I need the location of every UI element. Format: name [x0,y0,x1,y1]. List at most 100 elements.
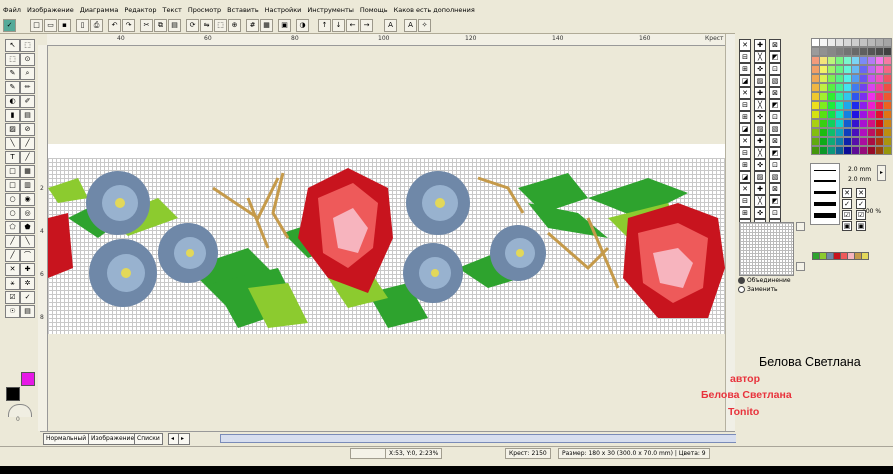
stitch-symbol-icon[interactable]: ⊠ [769,39,781,51]
color-palette[interactable] [811,38,892,160]
design-canvas[interactable] [48,46,725,431]
stitch-symbol-icon[interactable]: ✚ [754,183,766,195]
tool-icon-9[interactable]: ✐ [20,95,35,108]
stitch-option-icon[interactable]: ✕ [856,188,866,198]
tool-icon-39[interactable]: ▤ [20,305,35,318]
stitch-symbol-icon[interactable]: ⊟ [739,195,751,207]
palette-swatch[interactable] [883,56,892,65]
tool-icon-5[interactable]: ⌕ [20,67,35,80]
stitch-symbol-icon[interactable]: ◩ [769,195,781,207]
stitch-option-icon[interactable]: ✕ [842,188,852,198]
tool-icon-8[interactable]: ◐ [5,95,20,108]
stitch-symbol-icon[interactable]: ⊟ [739,99,751,111]
print-preview-icon[interactable]: ▯ [76,19,89,32]
menu-item-0[interactable]: Файл [0,5,24,16]
stitch-symbol-icon[interactable]: ◩ [769,147,781,159]
tool-icon-27[interactable]: ⬟ [20,221,35,234]
radio-replace[interactable]: Заменить [738,286,778,293]
print-icon[interactable]: ⎙ [90,19,103,32]
stitch-symbol-icon[interactable]: ✜ [754,63,766,75]
palette-swatch[interactable] [883,92,892,101]
tool-icon-1[interactable]: ⬚ [20,39,35,52]
tool-icon-19[interactable]: ▦ [20,165,35,178]
tab-normal[interactable]: Нормальный [43,433,90,445]
stitch-symbol-icon[interactable]: ▧ [769,123,781,135]
stitch-symbol-icon[interactable]: ✕ [739,87,751,99]
stitch-symbol-icon[interactable]: ⊟ [739,51,751,63]
tool-icon-28[interactable]: ╱ [5,235,20,248]
tool-icon-16[interactable]: T [5,151,20,164]
flip-icon[interactable]: ⇋ [200,19,213,32]
tool-icon-18[interactable]: □ [5,165,20,178]
stitch-symbol-icon[interactable]: ⊠ [769,87,781,99]
stitch-symbol-icon[interactable]: ▨ [754,171,766,183]
tool-icon-25[interactable]: ◎ [20,207,35,220]
tool-icon-14[interactable]: ╲ [5,137,20,150]
tool-icon-35[interactable]: ✲ [20,277,35,290]
tool-icon-7[interactable]: ✏ [20,81,35,94]
stitch-symbol-icon[interactable]: ⊟ [739,147,751,159]
stitch-symbol-icon[interactable]: ▨ [754,75,766,87]
stitch-symbol-icon[interactable]: ╳ [754,195,766,207]
tool-icon-31[interactable]: ⌒ [20,249,35,262]
tool-icon-15[interactable]: ╱ [20,137,35,150]
tool-icon-4[interactable]: ✎ [5,67,20,80]
palette-swatch[interactable] [883,83,892,92]
tool-icon-36[interactable]: ☑ [5,291,20,304]
undo-icon[interactable]: ↶ [108,19,121,32]
wand-icon[interactable]: ✧ [418,19,431,32]
tool-icon-13[interactable]: ⊘ [20,123,35,136]
stitch-option-icon[interactable]: ✓ [842,199,852,209]
stitch-symbol-icon[interactable]: ▨ [754,123,766,135]
stitch-symbol-icon[interactable]: ╳ [754,51,766,63]
arrow-right-icon[interactable]: → [360,19,373,32]
tool-icon-10[interactable]: ▮ [5,109,20,122]
tool-icon-23[interactable]: ◉ [20,193,35,206]
stitch-symbol-icon[interactable]: ⊞ [739,63,751,75]
preview-scroll-down-icon[interactable] [796,262,805,271]
palette-swatch[interactable] [883,38,892,47]
stitch-symbol-icon[interactable]: ⊠ [769,135,781,147]
text-a-icon[interactable]: A [384,19,397,32]
horizontal-scrollbar[interactable] [220,434,762,443]
stitch-symbol-icon[interactable]: ✚ [754,39,766,51]
stitch-symbol-icon[interactable]: ⊡ [769,159,781,171]
select-all-icon[interactable]: ⬚ [214,19,227,32]
tool-icon-32[interactable]: ✕ [5,263,20,276]
stitch-symbol-icon[interactable]: ⊡ [769,207,781,219]
text-a-bold-icon[interactable]: A [404,19,417,32]
menu-item-7[interactable]: Настройки [262,5,305,16]
arrow-up-icon[interactable]: ↑ [318,19,331,32]
stitch-symbol-icon[interactable]: ╳ [754,99,766,111]
stitch-symbol-icon[interactable]: ⊞ [739,159,751,171]
stitch-symbol-icon[interactable]: ⊞ [739,111,751,123]
menu-item-1[interactable]: Изображение [24,5,77,16]
menu-item-5[interactable]: Просмотр [185,5,224,16]
line-width-selector[interactable] [810,163,840,225]
palette-swatch[interactable] [883,74,892,83]
stitch-symbol-icon[interactable]: ✕ [739,39,751,51]
tool-icon-2[interactable]: ⬚ [5,53,20,66]
stitch-symbol-icon[interactable]: ✕ [739,183,751,195]
tool-icon-21[interactable]: ▥ [20,179,35,192]
stitch-symbol-icon[interactable]: ⊡ [769,63,781,75]
stitch-option-icon[interactable]: ✓ [856,199,866,209]
stitch-symbol-icon[interactable]: ◪ [739,123,751,135]
stitch-symbol-icon[interactable]: ✕ [739,135,751,147]
foreground-color-swatch[interactable] [21,372,35,386]
palette-swatch[interactable] [883,101,892,110]
image-icon[interactable]: ▣ [278,19,291,32]
background-color-swatch[interactable] [6,387,20,401]
menu-item-3[interactable]: Редактор [121,5,159,16]
copy-icon[interactable]: ⧉ [154,19,167,32]
rotate-icon[interactable]: ⟳ [186,19,199,32]
tool-icon-24[interactable]: ○ [5,207,20,220]
stitch-symbol-icon[interactable]: ◪ [739,75,751,87]
tool-icon-26[interactable]: ⬠ [5,221,20,234]
colors-icon[interactable]: ◑ [296,19,309,32]
stitch-symbol-icon[interactable]: ✚ [754,87,766,99]
radio-merge-dot[interactable] [738,277,745,284]
open-file-icon[interactable]: ▭ [44,19,57,32]
menu-item-4[interactable]: Текст [160,5,185,16]
stitch-symbol-icon[interactable]: ✜ [754,159,766,171]
